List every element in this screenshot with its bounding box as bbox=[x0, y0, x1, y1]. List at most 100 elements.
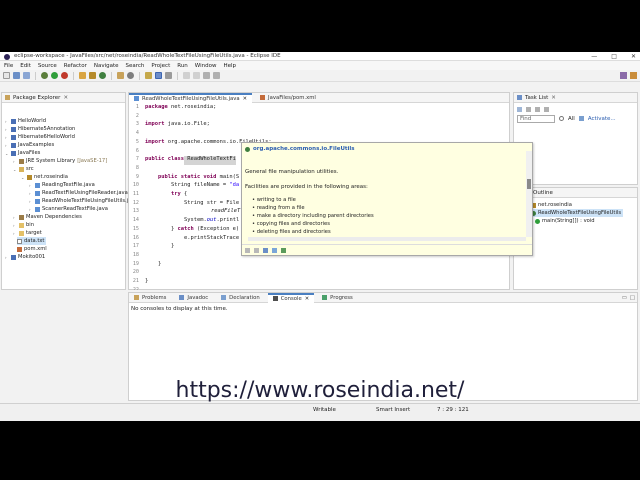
menu-help[interactable]: Help bbox=[223, 63, 236, 69]
outline-title[interactable]: Outline bbox=[533, 190, 553, 196]
close-tab-icon[interactable]: ✕ bbox=[243, 96, 247, 102]
show-in-javadoc-view-icon[interactable] bbox=[281, 247, 286, 253]
java-perspective-icon[interactable] bbox=[630, 72, 637, 79]
menu-window[interactable]: Window bbox=[195, 63, 217, 69]
expand-icon[interactable]: › bbox=[5, 143, 9, 148]
menu-edit[interactable]: Edit bbox=[20, 63, 31, 69]
next-annotation-icon[interactable] bbox=[183, 72, 190, 79]
expand-icon[interactable]: › bbox=[13, 159, 17, 164]
open-declaration-icon[interactable] bbox=[272, 247, 277, 253]
hover-scrollbar[interactable] bbox=[526, 151, 532, 237]
tree-item-javafiles[interactable]: ⌄ JavaFiles bbox=[5, 149, 40, 157]
menu-refactor[interactable]: Refactor bbox=[64, 63, 87, 69]
minimize-view-icon[interactable]: ▭ bbox=[622, 295, 627, 301]
open-type-icon[interactable] bbox=[117, 72, 124, 79]
task-activate-link[interactable]: Activate... bbox=[588, 116, 616, 122]
task-filter-all[interactable]: All bbox=[568, 116, 575, 122]
expand-icon[interactable]: › bbox=[13, 215, 17, 220]
close-view-icon[interactable]: ✕ bbox=[551, 95, 556, 101]
new-class-icon[interactable] bbox=[99, 72, 106, 79]
tree-item-hibernate5annotation[interactable]: › Hibernate5Annotation bbox=[5, 125, 75, 133]
tab-readwholetextfileusingfileutils[interactable]: ReadWholeTextFileUsingFileUtils.java ✕ bbox=[129, 92, 253, 103]
package-explorer-title[interactable]: Package Explorer bbox=[13, 95, 60, 101]
tree-item-target[interactable]: › target bbox=[13, 229, 42, 237]
tree-item-pom-xml[interactable]: pom.xml bbox=[17, 245, 47, 253]
menu-source[interactable]: Source bbox=[38, 63, 57, 69]
expand-icon[interactable]: › bbox=[5, 255, 9, 260]
new-java-project-icon[interactable] bbox=[79, 72, 86, 79]
filter-icon[interactable] bbox=[526, 106, 531, 112]
toggle-highlight-icon[interactable] bbox=[155, 72, 162, 79]
tab-pom-xml[interactable]: JavaFiles/pom.xml bbox=[255, 93, 321, 103]
menu-project[interactable]: Project bbox=[151, 63, 170, 69]
collapse-icon[interactable]: ⌄ bbox=[21, 175, 25, 180]
expand-icon[interactable]: › bbox=[5, 127, 9, 132]
hover-title[interactable]: org.apache.commons.io.FileUtils bbox=[253, 146, 355, 152]
search-icon[interactable] bbox=[127, 72, 134, 79]
menu-search[interactable]: Search bbox=[126, 63, 145, 69]
menu-file[interactable]: File bbox=[4, 63, 13, 69]
tree-item-hibernate6helloworld[interactable]: › Hibernate6HelloWorld bbox=[5, 133, 75, 141]
debug-icon[interactable] bbox=[41, 72, 48, 79]
outline-item-main[interactable]: main(String[]) : void bbox=[535, 217, 595, 225]
save-icon[interactable] bbox=[13, 72, 20, 79]
tree-item-data-txt[interactable]: data.txt bbox=[17, 237, 47, 245]
tab-problems[interactable]: Problems bbox=[129, 293, 171, 303]
tab-javadoc[interactable]: Javadoc bbox=[174, 293, 213, 303]
tree-item-jre-system-library[interactable]: › JRE System Library [JavaSE-17] bbox=[13, 157, 107, 165]
task-find-input[interactable]: Find bbox=[517, 114, 555, 123]
hover-h-scrollbar[interactable] bbox=[248, 237, 526, 241]
back-icon[interactable] bbox=[245, 247, 250, 253]
tree-item-bin[interactable]: › bin bbox=[13, 221, 34, 229]
collapse-icon[interactable]: ⌄ bbox=[5, 151, 9, 156]
menu-run[interactable]: Run bbox=[177, 63, 188, 69]
previous-annotation-icon[interactable] bbox=[193, 72, 200, 79]
tree-item-helloworld[interactable]: › HelloWorld bbox=[5, 117, 46, 125]
maximize-button[interactable]: □ bbox=[611, 53, 617, 60]
tab-declaration[interactable]: Declaration bbox=[216, 293, 265, 303]
tree-item-readingtextfile[interactable]: › ReadingTextFile.java bbox=[29, 181, 95, 189]
tree-item-javaexamples[interactable]: › JavaExamples bbox=[5, 141, 54, 149]
expand-icon[interactable]: › bbox=[5, 119, 9, 124]
expand-icon[interactable]: › bbox=[29, 207, 33, 212]
tree-item-scannerreadtextfile[interactable]: › ScannerReadTextFile.java bbox=[29, 205, 108, 213]
tree-item-maven-dependencies[interactable]: › Maven Dependencies bbox=[13, 213, 82, 221]
pin-icon[interactable] bbox=[165, 72, 172, 79]
tree-item-src[interactable]: ⌄ src bbox=[13, 165, 34, 173]
external-tools-icon[interactable] bbox=[61, 72, 68, 79]
menu-navigate[interactable]: Navigate bbox=[94, 63, 119, 69]
tree-item-readtextfileusingfilereader[interactable]: › ReadTextFileUsingFileReader.java bbox=[29, 189, 128, 197]
forward-icon[interactable] bbox=[254, 247, 259, 253]
expand-icon[interactable]: › bbox=[29, 183, 33, 188]
tab-progress[interactable]: Progress bbox=[317, 293, 358, 303]
tree-item-readwholetextfileusingfileutils[interactable]: › ReadWholeTextFileUsingFileUtils.java bbox=[29, 197, 138, 205]
toggle-mark-icon[interactable] bbox=[145, 72, 152, 79]
collapse-icon[interactable]: ⌄ bbox=[13, 167, 17, 172]
maximize-view-icon[interactable]: □ bbox=[630, 295, 635, 301]
collapse-all-icon[interactable] bbox=[535, 106, 540, 112]
new-task-icon[interactable] bbox=[517, 106, 522, 112]
new-package-icon[interactable] bbox=[89, 72, 96, 79]
expand-icon[interactable]: › bbox=[13, 223, 17, 228]
expand-icon[interactable]: › bbox=[5, 135, 9, 140]
forward-icon[interactable] bbox=[213, 72, 220, 79]
view-menu-icon[interactable] bbox=[544, 106, 549, 112]
save-all-icon[interactable] bbox=[23, 72, 30, 79]
close-view-icon[interactable]: ✕ bbox=[63, 95, 68, 101]
task-list-title[interactable]: Task List bbox=[525, 95, 548, 101]
tab-console[interactable]: Console ✕ bbox=[267, 292, 315, 303]
open-javadoc-icon[interactable] bbox=[263, 247, 268, 253]
expand-icon[interactable]: › bbox=[29, 199, 33, 204]
scrollbar-thumb[interactable] bbox=[527, 179, 531, 189]
search-icon[interactable] bbox=[559, 116, 564, 121]
expand-icon[interactable]: › bbox=[29, 191, 33, 196]
close-tab-icon[interactable]: ✕ bbox=[305, 296, 309, 302]
back-icon[interactable] bbox=[203, 72, 210, 79]
expand-icon[interactable]: › bbox=[13, 231, 17, 236]
outline-item-package[interactable]: net.roseindia bbox=[531, 201, 572, 209]
tree-item-mokito001[interactable]: › Mokito001 bbox=[5, 253, 45, 261]
tree-item-net-roseindia[interactable]: ⌄ net.roseindia bbox=[21, 173, 68, 181]
perspective-icon[interactable] bbox=[620, 72, 627, 79]
run-icon[interactable] bbox=[51, 72, 58, 79]
new-icon[interactable] bbox=[3, 72, 10, 79]
